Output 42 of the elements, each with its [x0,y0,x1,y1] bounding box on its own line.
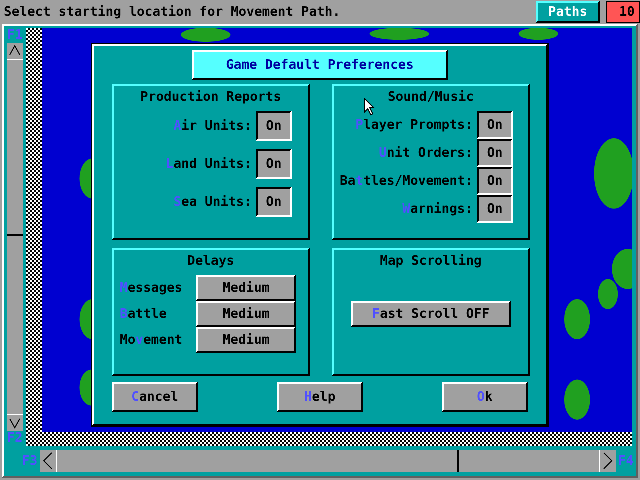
setting-label: Unit Orders: [378,146,474,160]
panel-title: Delays [186,254,236,269]
panel-title: Sound/Music [386,90,476,105]
scroll-down-icon[interactable] [7,415,23,431]
turn-counter: 10 [606,1,640,23]
dialog-button[interactable]: Help [277,382,363,412]
scroll-key-label: F2 [7,431,23,446]
setting-label: Warnings: [402,202,474,216]
scroll-right-icon[interactable] [600,450,616,472]
toggle-button[interactable]: On [477,111,514,139]
dialog-button[interactable]: Cancel [112,382,198,412]
delay-button[interactable]: Medium [196,275,296,301]
toggle-button[interactable]: On [477,167,514,195]
toggle-button[interactable]: On [256,149,292,179]
setting-label: Battle [120,306,168,322]
fast-scroll-button[interactable]: Fast Scroll OFF [351,301,511,327]
panel-title: Map Scrolling [379,254,483,269]
mouse-cursor-icon [364,98,376,116]
dialog-button[interactable]: Ok [442,382,528,412]
horizontal-scrollbar[interactable] [40,450,616,472]
panel-title: Production Reports [140,90,282,105]
setting-label: Battles/Movement: [340,174,474,188]
scroll-key-label: F4 [618,454,634,468]
setting-label: Sea Units: [172,194,252,210]
setting-label: Movement [120,332,184,348]
setting-label: Player Prompts: [354,118,474,132]
delay-button[interactable]: Medium [196,327,296,353]
toggle-button[interactable]: On [256,187,292,217]
scroll-up-icon[interactable] [7,43,23,59]
scroll-left-icon[interactable] [40,450,56,472]
toggle-button[interactable]: On [477,139,514,167]
setting-label: Land Units: [164,156,252,172]
setting-label: Air Units: [172,118,252,134]
dialog-title: Game Default Preferences [192,50,448,80]
toggle-button[interactable]: On [477,195,514,223]
scroll-key-label: F1 [7,28,23,43]
vertical-scrollbar[interactable] [7,43,23,431]
toggle-button[interactable]: On [256,111,292,141]
status-message: Select starting location for Movement Path. [4,4,342,20]
delay-button[interactable]: Medium [196,301,296,327]
setting-label: Messages [120,280,184,296]
scroll-key-label: F3 [22,454,38,468]
